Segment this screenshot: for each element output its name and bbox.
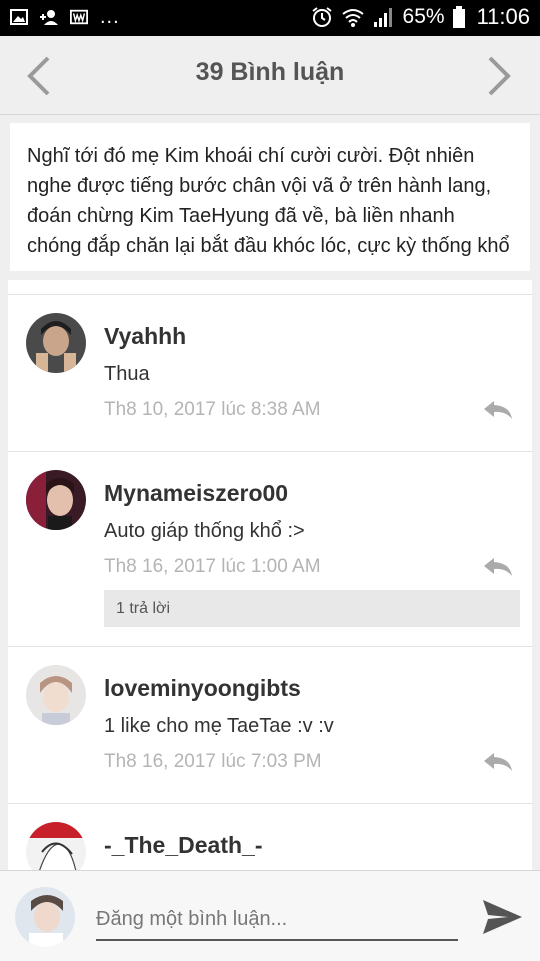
wattpad-icon (70, 9, 88, 25)
comment-item: loveminyoongibts 1 like cho mẹ TaeTae :v… (8, 646, 532, 803)
view-replies-button[interactable]: 1 trả lời (104, 590, 520, 627)
comment-text: 1 like cho mẹ TaeTae :v :v (104, 715, 334, 737)
comment-author[interactable]: Mynameiszero00 (104, 480, 288, 507)
comment-text: Thua (104, 363, 150, 385)
comment-item: Vyahhh Thua Th8 10, 2017 lúc 8:38 AM (8, 294, 532, 451)
comment-timestamp: Th8 10, 2017 lúc 8:38 AM (104, 399, 321, 420)
comment-input[interactable] (96, 899, 458, 941)
avatar[interactable] (26, 470, 86, 530)
quoted-paragraph-text: Nghĩ tới đó mẹ Kim khoái chí cười cười. … (27, 145, 510, 257)
signal-icon (373, 8, 392, 27)
person-add-icon (40, 10, 58, 25)
reply-icon[interactable] (482, 399, 514, 421)
comment-timestamp: Th8 16, 2017 lúc 7:03 PM (104, 751, 322, 772)
reply-icon[interactable] (482, 751, 514, 773)
comment-composer (0, 870, 540, 961)
battery-percent: 65% (402, 5, 445, 28)
avatar[interactable] (26, 665, 86, 725)
comment-author[interactable]: loveminyoongibts (104, 675, 301, 702)
comment-author[interactable]: -_The_Death_- (104, 832, 262, 859)
comment-author[interactable]: Vyahhh (104, 323, 186, 350)
status-bar: ... 65% 11:06 (0, 0, 540, 36)
page-title: 39 Bình luận (195, 58, 345, 86)
more-notifications: ... (100, 6, 120, 28)
alarm-icon (311, 7, 332, 27)
battery-icon (452, 6, 465, 28)
send-icon[interactable] (480, 897, 524, 937)
image-icon (10, 9, 28, 25)
comments-header: 39 Bình luận (0, 36, 540, 115)
user-avatar[interactable] (15, 887, 75, 947)
next-arrow-icon[interactable] (484, 54, 514, 98)
comment-text: Auto giáp thống khổ :> (104, 520, 305, 542)
clock: 11:06 (476, 4, 530, 29)
reply-icon[interactable] (482, 556, 514, 578)
quoted-paragraph: Nghĩ tới đó mẹ Kim khoái chí cười cười. … (10, 123, 530, 271)
wifi-icon (341, 9, 364, 27)
comment-item: -_The_Death_- (8, 803, 532, 870)
avatar[interactable] (26, 313, 86, 373)
comment-list[interactable]: Vyahhh Thua Th8 10, 2017 lúc 8:38 AM Myn… (8, 280, 532, 870)
avatar[interactable] (26, 822, 86, 870)
comment-item: Mynameiszero00 Auto giáp thống khổ :> Th… (8, 451, 532, 646)
comment-timestamp: Th8 16, 2017 lúc 1:00 AM (104, 556, 321, 577)
